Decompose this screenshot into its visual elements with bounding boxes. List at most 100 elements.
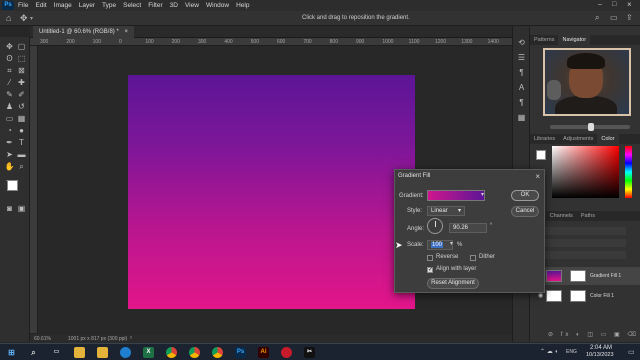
capcut-icon[interactable]: ✂: [304, 347, 315, 358]
tab-navigator[interactable]: Navigator: [558, 35, 591, 45]
blur-icon[interactable]: ◔: [4, 126, 15, 136]
angle-input[interactable]: 90.26: [449, 223, 487, 233]
windows-start-icon[interactable]: ⊞: [6, 347, 17, 358]
tab-channels[interactable]: Channels: [546, 211, 577, 221]
system-tray-icons[interactable]: ⌃ ☁ ◖: [540, 348, 558, 355]
layer-name[interactable]: Color Fill 1: [590, 287, 614, 305]
tab-libraries[interactable]: Libraries: [530, 134, 559, 144]
ruler-icon[interactable]: ✚: [16, 78, 27, 88]
zoom-icon[interactable]: ⌕: [16, 162, 27, 172]
close-icon[interactable]: ×: [627, 0, 632, 9]
foreground-color-swatch[interactable]: [7, 180, 18, 191]
gradient-icon[interactable]: ▦: [16, 114, 27, 124]
opera-icon[interactable]: [281, 347, 292, 358]
menu-help[interactable]: Help: [236, 2, 249, 9]
search-icon[interactable]: ⌕: [28, 347, 39, 358]
dodge-icon[interactable]: ●: [16, 126, 27, 136]
layer-actions-bar[interactable]: ⊘ fx ◐ ◫ ▭ ▣ ⌫: [548, 331, 639, 338]
chrome-icon[interactable]: [212, 347, 223, 358]
home-icon[interactable]: ⌂: [6, 13, 11, 23]
notification-icon[interactable]: ▭: [628, 348, 635, 356]
quick-mask-icon[interactable]: ◙: [4, 204, 15, 214]
lasso-icon[interactable]: ʘ: [4, 54, 15, 64]
language-indicator[interactable]: ENG: [566, 349, 577, 355]
cancel-button[interactable]: Cancel: [511, 206, 539, 217]
chrome-icon[interactable]: [166, 347, 177, 358]
rectangle-icon[interactable]: ▬: [16, 150, 27, 160]
menu-layer[interactable]: Layer: [79, 2, 95, 9]
healing-icon[interactable]: ✎: [4, 90, 15, 100]
tab-patterns[interactable]: Patterns: [530, 35, 558, 45]
menu-select[interactable]: Select: [123, 2, 141, 9]
path-select-icon[interactable]: ➤: [4, 150, 15, 160]
folder-icon[interactable]: [97, 347, 108, 358]
photoshop-icon[interactable]: Ps: [235, 347, 246, 358]
navigator-zoom-slider[interactable]: [550, 123, 630, 131]
crop-icon[interactable]: ⌗: [4, 66, 15, 76]
history-brush-icon[interactable]: ↺: [16, 102, 27, 112]
layer-row-gradient-fill[interactable]: ◉ Gradient Fill 1: [536, 267, 640, 285]
tab-adjustments[interactable]: Adjustments: [559, 134, 597, 144]
marquee-icon[interactable]: ⬚: [16, 54, 27, 64]
eraser-icon[interactable]: ▭: [4, 114, 15, 124]
layer-row-color-fill[interactable]: ◉ Color Fill 1: [536, 287, 640, 305]
menu-window[interactable]: Window: [206, 2, 229, 9]
color-panel-foreground-swatch[interactable]: [536, 150, 546, 160]
menu-filter[interactable]: Filter: [148, 2, 162, 9]
chevron-down-icon[interactable]: ▾: [450, 240, 453, 247]
color-picker-field[interactable]: [552, 146, 619, 198]
paragraph-icon[interactable]: ¶: [516, 68, 527, 78]
stamp-icon[interactable]: ♟: [4, 102, 15, 112]
chevron-down-icon[interactable]: ▾: [481, 191, 484, 198]
artboard-icon[interactable]: ▢: [16, 42, 27, 52]
layer-filter-bar[interactable]: [536, 227, 626, 235]
tab-close-icon[interactable]: ×: [124, 29, 128, 35]
maximize-icon[interactable]: □: [612, 1, 616, 8]
frame-icon[interactable]: ⊠: [16, 66, 27, 76]
chrome-icon[interactable]: [189, 347, 200, 358]
hand-icon[interactable]: ✋: [4, 162, 15, 172]
menu-3d[interactable]: 3D: [170, 2, 178, 9]
clock-time[interactable]: 2:04 AM: [590, 345, 612, 351]
angle-dial[interactable]: [427, 218, 443, 234]
align-with-layer-checkbox[interactable]: ✓: [427, 267, 433, 273]
move-icon[interactable]: ✥: [4, 42, 15, 52]
reset-alignment-button[interactable]: Reset Alignment: [427, 278, 479, 289]
brush-icon[interactable]: ✐: [16, 90, 27, 100]
menu-type[interactable]: Type: [102, 2, 116, 9]
workspace-icon[interactable]: ▭: [610, 13, 618, 22]
style-select[interactable]: Linear ▾: [427, 206, 465, 216]
history-icon[interactable]: ⟲: [516, 38, 527, 48]
illustrator-icon[interactable]: Ai: [258, 347, 269, 358]
eyedropper-icon[interactable]: ⁄: [4, 78, 15, 88]
document-tab[interactable]: Untitled-1 @ 60.6% (RGB/8) * ×: [33, 26, 134, 38]
file-explorer-icon[interactable]: [74, 347, 85, 358]
pen-icon[interactable]: ✒: [4, 138, 15, 148]
minimize-icon[interactable]: –: [598, 1, 602, 8]
glyphs-icon[interactable]: ¶: [516, 98, 527, 108]
character-icon[interactable]: A: [516, 83, 527, 93]
dialog-title-bar[interactable]: Gradient Fill ×: [395, 170, 544, 183]
tab-color[interactable]: Color: [597, 134, 619, 144]
tab-paths[interactable]: Paths: [577, 211, 599, 221]
task-view-icon[interactable]: ▭: [51, 347, 62, 358]
type-icon[interactable]: T: [16, 138, 27, 148]
chevron-down-icon[interactable]: ▾: [30, 15, 33, 22]
move-tool-icon[interactable]: ✥: [20, 13, 28, 24]
clock-date[interactable]: 10/13/2023: [586, 352, 614, 358]
swatches-icon[interactable]: ▦: [516, 113, 527, 123]
slider-thumb[interactable]: [588, 123, 594, 131]
hue-slider[interactable]: [625, 146, 632, 198]
screen-mode-icon[interactable]: ▣: [16, 204, 27, 214]
zoom-level[interactable]: 60.61%: [34, 336, 51, 342]
ok-button[interactable]: OK: [511, 190, 539, 201]
chevron-right-icon[interactable]: ›: [130, 335, 132, 341]
menu-view[interactable]: View: [185, 2, 199, 9]
excel-icon[interactable]: X: [143, 347, 154, 358]
blend-mode-bar[interactable]: [536, 239, 626, 247]
menu-file[interactable]: File: [18, 2, 28, 9]
dither-checkbox[interactable]: [470, 255, 476, 261]
properties-icon[interactable]: ☰: [516, 53, 527, 63]
share-icon[interactable]: ⇪: [626, 13, 633, 22]
gradient-preview[interactable]: [427, 190, 485, 201]
